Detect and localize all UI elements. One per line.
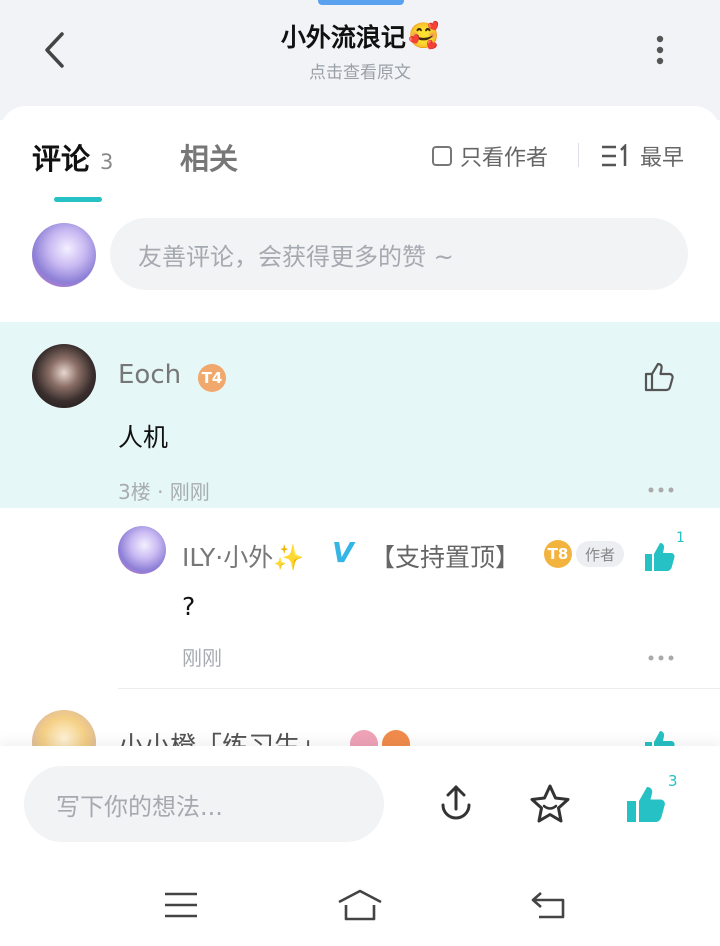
reply-meta: 刚刚 — [182, 646, 222, 670]
checkbox-icon — [432, 146, 452, 166]
comment-meta: 3楼 · 刚刚 — [118, 480, 210, 504]
tab-related[interactable]: 相关 — [180, 136, 238, 178]
home-nav-button[interactable] — [335, 888, 385, 922]
active-tab-indicator — [54, 197, 102, 202]
tab-comments-label: 评论 — [32, 142, 91, 176]
comment-input-placeholder: 友善评论，会获得更多的赞 ~ — [138, 242, 454, 271]
sort-icon — [602, 144, 627, 167]
avatar[interactable] — [118, 526, 166, 574]
favorite-button[interactable] — [528, 782, 572, 826]
like-button[interactable] — [624, 782, 668, 826]
comment-sheet: 评论 3 相关 只看作者 最早 友善评论，会获得更多的赞 ~ Eoch T4 人… — [0, 106, 720, 806]
home-icon — [338, 889, 382, 921]
sparkle-icon: ✨ — [273, 543, 305, 572]
tab-bar: 评论 3 相关 只看作者 最早 — [0, 106, 720, 206]
share-button[interactable] — [434, 782, 478, 826]
reply-like-count: 1 — [676, 530, 685, 546]
commenter-name[interactable]: Eoch — [118, 360, 181, 390]
back-button[interactable] — [36, 30, 72, 70]
comment-composer: 友善评论，会获得更多的赞 ~ — [0, 218, 720, 298]
divider — [118, 688, 720, 689]
status-indicator — [318, 0, 404, 5]
reply-name-suffix: 【支持置顶】 — [370, 543, 521, 572]
chevron-left-icon — [45, 32, 64, 68]
page-title-text: 小外流浪记 — [280, 23, 406, 52]
menu-nav-button[interactable] — [156, 888, 206, 922]
comment-text: 人机 — [118, 423, 169, 452]
level-badge: T8 — [544, 540, 572, 568]
author-only-filter[interactable]: 只看作者 — [432, 140, 548, 172]
more-options-button[interactable] — [644, 30, 676, 70]
thumbs-up-filled-icon — [627, 787, 665, 822]
author-tag: 作者 — [576, 541, 625, 567]
comment-input[interactable]: 友善评论，会获得更多的赞 ~ — [110, 218, 688, 290]
write-thought-input[interactable]: 写下你的想法... — [24, 766, 384, 842]
view-original-link[interactable]: 点击查看原文 — [160, 58, 560, 83]
filter-divider — [578, 143, 579, 167]
avatar[interactable] — [32, 344, 96, 408]
back-icon — [531, 892, 565, 919]
reply-author-name[interactable]: ILY·小外✨ — [182, 538, 304, 574]
reply-author-name-text: ILY·小外 — [182, 543, 274, 572]
share-icon — [441, 785, 471, 820]
back-nav-button[interactable] — [524, 888, 574, 922]
system-navigation-bar — [0, 876, 720, 936]
title-emoji: 🥰 — [407, 21, 440, 50]
write-thought-placeholder: 写下你的想法... — [56, 792, 223, 821]
thumbs-up-filled-icon[interactable] — [642, 728, 676, 746]
level-badge — [382, 730, 410, 746]
avatar[interactable] — [32, 710, 96, 746]
sort-toggle[interactable]: 最早 — [600, 140, 684, 172]
level-badge: T4 — [198, 364, 226, 392]
comment-item[interactable]: Eoch T4 人机 3楼 · 刚刚 — [0, 322, 720, 508]
menu-icon — [165, 892, 197, 918]
author-only-label: 只看作者 — [460, 146, 549, 171]
page-title: 小外流浪记 🥰 — [281, 18, 439, 54]
top-bar: 小外流浪记 🥰 点击查看原文 — [0, 0, 720, 120]
comment-item[interactable]: 小小橙「练习生」 — [0, 710, 720, 746]
badge-icon — [350, 730, 378, 746]
my-avatar[interactable] — [32, 223, 96, 287]
reply-item[interactable]: ILY·小外✨ V 【支持置顶】 T8 作者 1 ? 刚刚 — [0, 526, 720, 696]
tab-comments[interactable]: 评论 3 — [32, 136, 113, 178]
thumbs-up-filled-icon[interactable] — [642, 540, 676, 574]
more-horizontal-icon[interactable] — [648, 486, 674, 494]
sort-label: 最早 — [640, 146, 685, 171]
reply-text: ? — [182, 592, 196, 621]
more-horizontal-icon[interactable] — [648, 654, 674, 662]
verified-v-badge: V — [332, 536, 354, 569]
thumbs-up-icon[interactable] — [642, 360, 676, 394]
star-icon — [530, 784, 570, 823]
more-vertical-icon — [656, 35, 664, 65]
comment-count: 3 — [100, 150, 114, 174]
like-count-badge: 3 — [668, 772, 678, 790]
bottom-action-bar: 写下你的想法... 3 — [0, 746, 720, 946]
header-title-area[interactable]: 小外流浪记 🥰 点击查看原文 — [160, 18, 560, 83]
commenter-name[interactable]: 小小橙「练习生」 — [118, 726, 326, 746]
